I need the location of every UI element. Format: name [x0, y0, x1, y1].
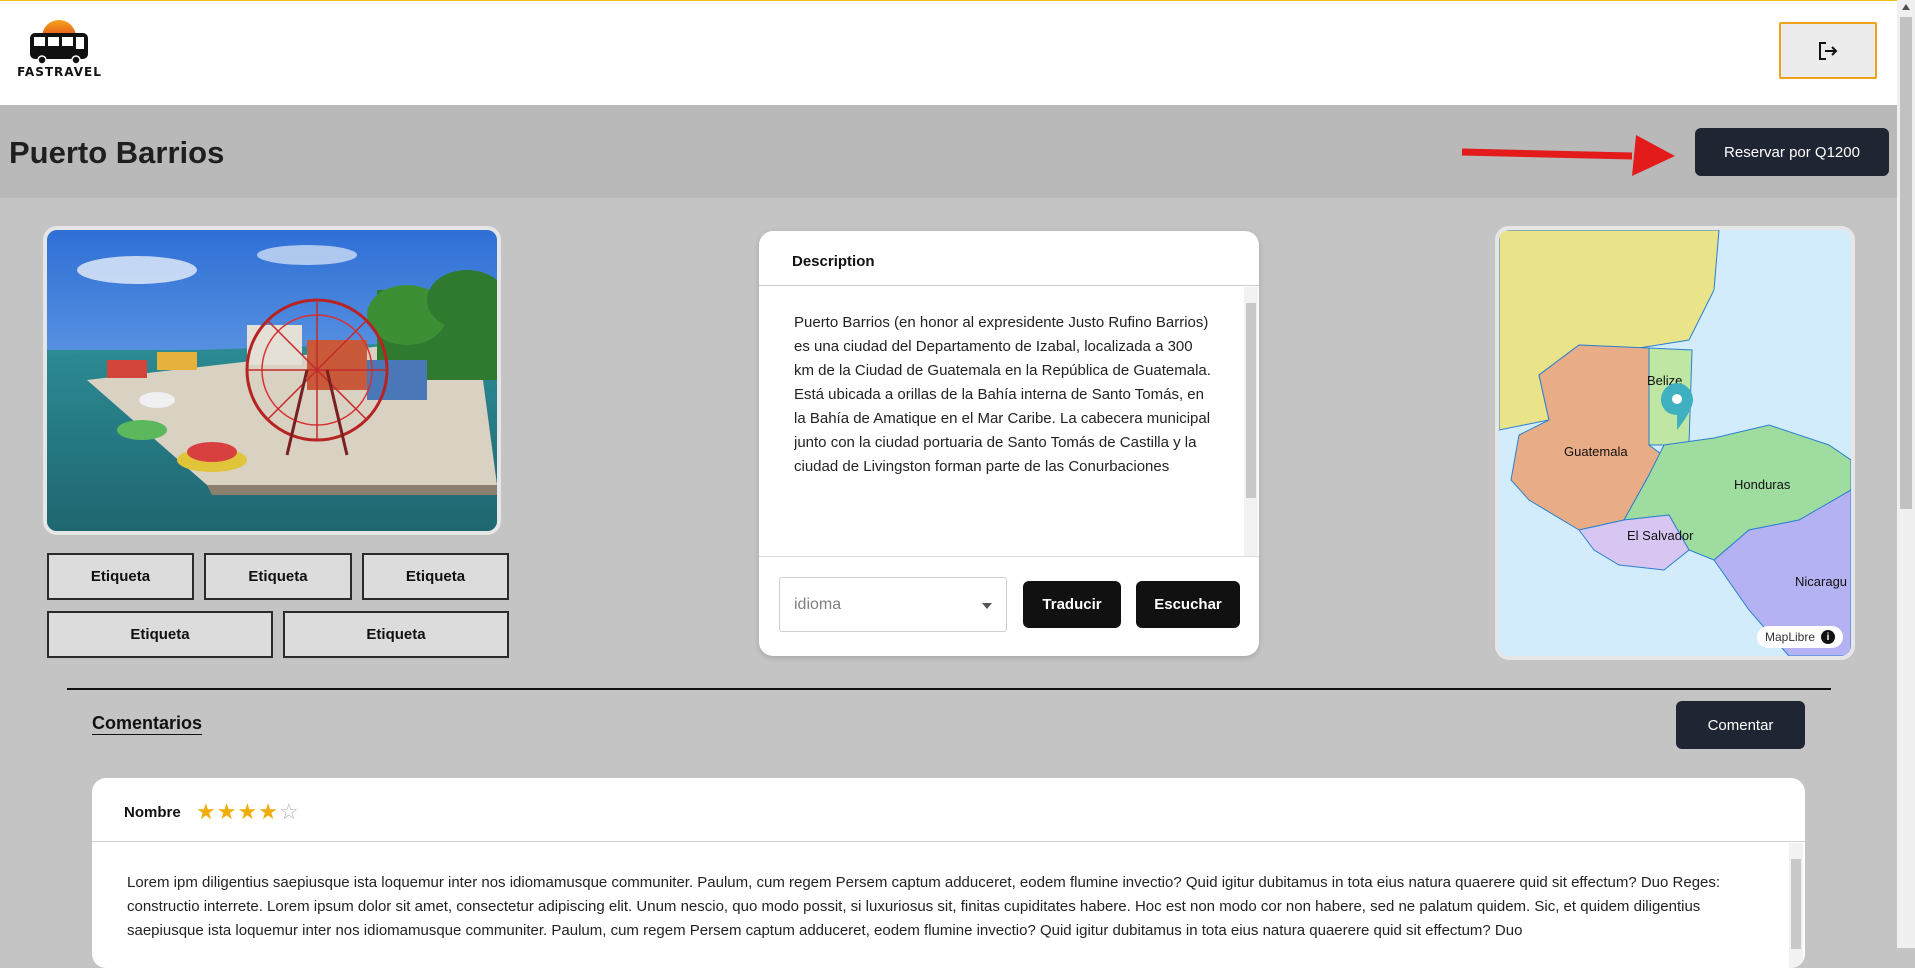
language-select-placeholder: idioma — [794, 595, 842, 613]
description-divider — [759, 285, 1259, 286]
brand-name: FASTRAVEL — [17, 65, 102, 79]
maplibre-label: MapLibre — [1764, 630, 1815, 644]
star-rating: ★★★★☆ — [196, 799, 300, 825]
star-empty-icon: ☆ — [278, 799, 300, 824]
language-select[interactable]: idioma — [779, 577, 1007, 632]
description-header: Description — [792, 253, 875, 270]
map-label-nicaragua: Nicaragu — [1795, 574, 1847, 589]
tag-chip-4[interactable]: Etiqueta — [47, 611, 273, 658]
logout-button[interactable] — [1779, 22, 1877, 79]
map-label-honduras: Honduras — [1734, 477, 1791, 492]
listen-button[interactable]: Escuchar — [1136, 581, 1240, 628]
fastravel-logo[interactable]: FASTRAVEL — [12, 15, 107, 85]
star-filled-icon: ★ — [237, 799, 259, 824]
comment-author: Nombre — [124, 804, 181, 821]
header-bar: FASTRAVEL — [0, 1, 1897, 105]
location-map[interactable]: Belize Guatemala Honduras El Salvador Ni… — [1495, 226, 1855, 660]
description-text: Puerto Barrios (en honor al expresidente… — [794, 314, 1211, 475]
chevron-down-icon — [982, 603, 992, 609]
section-divider — [67, 688, 1831, 690]
page-title: Puerto Barrios — [9, 135, 225, 170]
map-attribution[interactable]: MapLibre i — [1756, 626, 1843, 648]
star-filled-icon: ★ — [196, 799, 217, 824]
scroll-up-arrow-icon[interactable] — [1902, 4, 1910, 10]
comment-divider — [92, 841, 1805, 842]
info-icon[interactable]: i — [1821, 630, 1835, 644]
logout-icon — [1819, 41, 1838, 60]
comment-scrollbar-thumb[interactable] — [1791, 859, 1801, 949]
comments-heading: Comentarios — [92, 713, 203, 733]
tag-chip-5[interactable]: Etiqueta — [283, 611, 509, 658]
description-scrollbar-thumb[interactable] — [1246, 303, 1256, 498]
description-scrollbar[interactable] — [1244, 287, 1258, 557]
map-label-guatemala: Guatemala — [1564, 444, 1628, 459]
comment-text: Lorem ipm diligentius saepiusque ista lo… — [127, 874, 1721, 939]
description-card: Description Puerto Barrios (en honor al … — [759, 231, 1259, 656]
page-scrollbar-thumb[interactable] — [1900, 17, 1912, 509]
star-filled-icon: ★ — [258, 799, 279, 824]
add-comment-button[interactable]: Comentar — [1676, 701, 1805, 749]
map-canvas[interactable]: Belize Guatemala Honduras El Salvador Ni… — [1499, 230, 1851, 656]
reserve-button[interactable]: Reservar por Q1200 — [1695, 128, 1889, 176]
star-filled-icon: ★ — [216, 799, 238, 824]
red-arrow-icon — [1461, 135, 1675, 176]
page-scrollbar[interactable] — [1897, 0, 1915, 948]
translate-button[interactable]: Traducir — [1023, 581, 1121, 628]
tag-chip-1[interactable]: Etiqueta — [47, 553, 194, 600]
tag-chip-3[interactable]: Etiqueta — [362, 553, 509, 600]
comment-scrollbar[interactable] — [1789, 843, 1803, 968]
destination-photo — [43, 226, 501, 535]
map-label-el-salvador: El Salvador — [1627, 528, 1694, 543]
tag-chip-2[interactable]: Etiqueta — [204, 553, 352, 600]
bus-logo-icon — [30, 20, 88, 65]
description-footer-divider — [759, 556, 1259, 557]
comment-card: Nombre ★★★★☆ Lorem ipm diligentius saepi… — [92, 778, 1805, 968]
